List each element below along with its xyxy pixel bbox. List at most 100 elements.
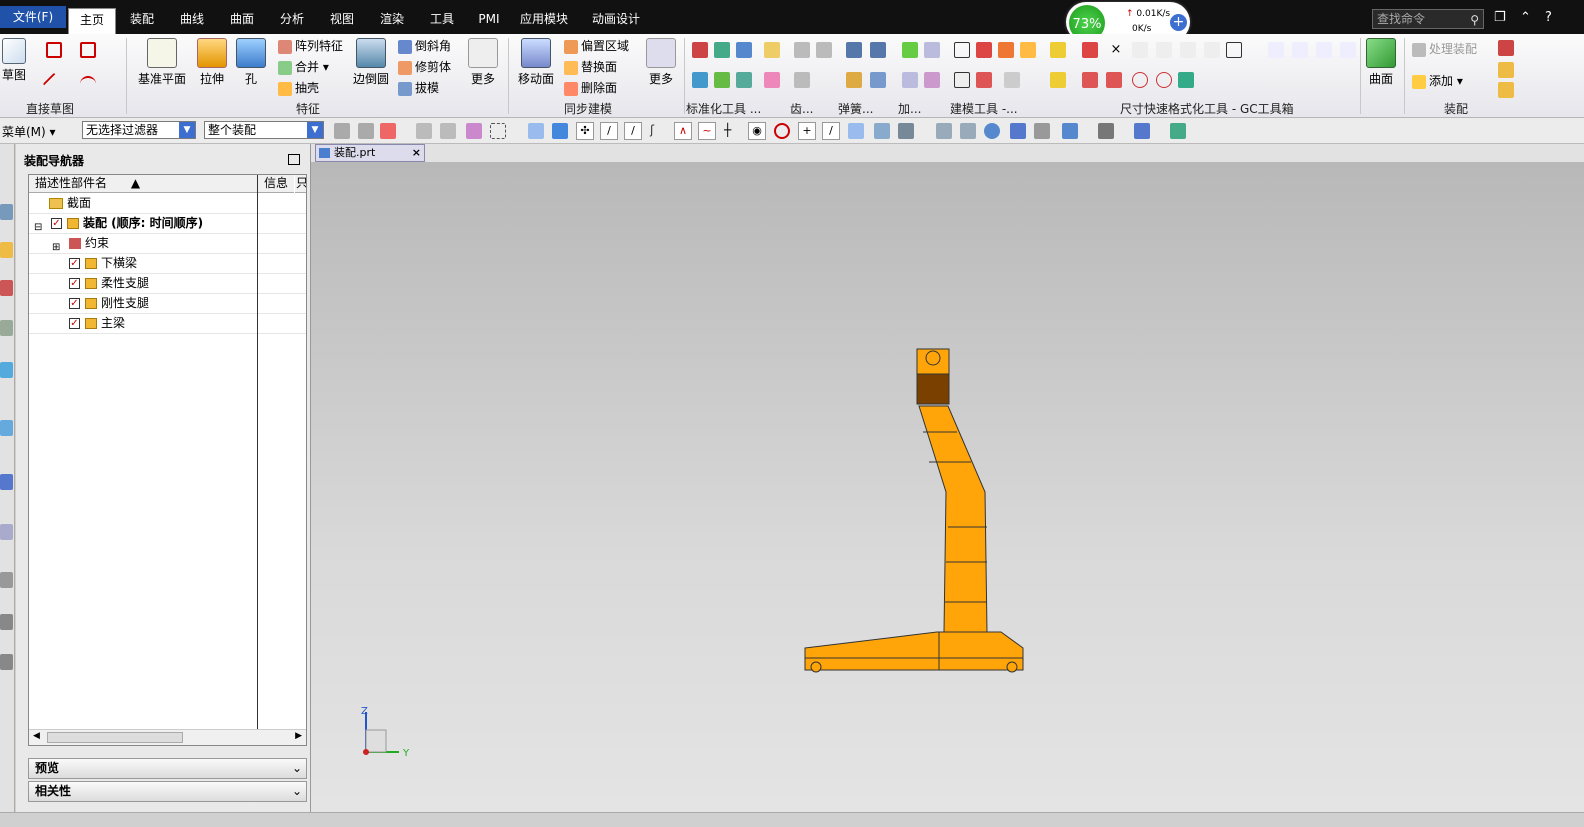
type-filter-select[interactable]: 无选择过滤器 ▼ xyxy=(82,121,196,139)
tree-row-part[interactable]: ✓ 下横梁 xyxy=(29,254,306,274)
tab-render[interactable]: 渲染 xyxy=(370,8,414,34)
dim-tool-icon-6[interactable] xyxy=(1106,72,1122,88)
diameter-icon-1[interactable] xyxy=(1132,72,1148,88)
visibility-checkbox[interactable]: ✓ xyxy=(69,298,80,309)
visibility-checkbox[interactable]: ✓ xyxy=(69,318,80,329)
filter-icon-1[interactable] xyxy=(334,123,350,139)
scroll-left-icon[interactable]: ◀ xyxy=(33,731,40,741)
part-navigator-icon[interactable] xyxy=(0,280,13,296)
graphics-viewport[interactable]: Z Y xyxy=(311,162,1584,812)
column-header-info[interactable]: 信息 xyxy=(258,175,294,193)
view-layer-icon[interactable] xyxy=(1034,123,1050,139)
horizontal-scrollbar[interactable]: ◀ ▶ xyxy=(29,729,306,745)
offset-region-button[interactable]: 偏置区域 xyxy=(564,37,629,54)
tolerance-icon-1[interactable] xyxy=(1268,42,1284,58)
snap-quadrant-icon[interactable] xyxy=(774,123,790,139)
view-visibility-icon[interactable] xyxy=(1170,123,1186,139)
build-tool-icon-3[interactable] xyxy=(998,42,1014,58)
add-icon[interactable]: + xyxy=(1170,14,1187,31)
refresh-icon[interactable] xyxy=(1178,72,1194,88)
close-icon[interactable]: × xyxy=(412,145,421,161)
tab-animation[interactable]: 动画设计 xyxy=(586,8,646,34)
draft-button[interactable]: 拔模 xyxy=(398,79,439,96)
arc-icon[interactable] xyxy=(80,76,96,92)
snap-center-icon[interactable]: ◉ xyxy=(748,122,766,140)
build-tool-icon-6[interactable] xyxy=(976,72,992,88)
std-tool-icon-6[interactable] xyxy=(714,72,730,88)
filter-icon-3[interactable] xyxy=(380,123,396,139)
add-tool-icon-1[interactable] xyxy=(902,42,918,58)
clock-icon[interactable] xyxy=(0,524,13,540)
dim-format-icon-1[interactable] xyxy=(1132,42,1148,58)
assembly-constraint-icon[interactable] xyxy=(1498,40,1514,56)
document-tab[interactable]: 装配.prt × xyxy=(315,144,425,162)
scrollbar-thumb[interactable] xyxy=(47,732,183,743)
std-tool-icon-2[interactable] xyxy=(714,42,730,58)
snap-grid-icon[interactable] xyxy=(898,123,914,139)
delete-face-button[interactable]: 删除面 xyxy=(564,79,617,96)
gear-tool-icon-1[interactable] xyxy=(794,42,810,58)
unite-button[interactable]: 合并 ▾ xyxy=(278,58,329,75)
std-tool-icon-4[interactable] xyxy=(764,42,780,58)
snap-spline-icon[interactable]: ~ xyxy=(698,122,716,140)
triangle-icon[interactable] xyxy=(954,42,970,58)
preview-panel[interactable]: 预览 ⌄ xyxy=(28,758,307,779)
add-tool-icon-4[interactable] xyxy=(924,72,940,88)
filter-icon-6[interactable] xyxy=(466,123,482,139)
trim-body-button[interactable]: 修剪体 xyxy=(398,58,451,75)
process-studio-icon[interactable] xyxy=(0,474,13,490)
tree-row-section[interactable]: 截面 xyxy=(29,194,306,214)
scroll-right-icon[interactable]: ▶ xyxy=(295,731,302,741)
snap-curve-icon[interactable]: ʃ xyxy=(650,123,666,139)
constraint-navigator-icon[interactable] xyxy=(0,242,13,258)
spring-icon-1[interactable] xyxy=(846,42,862,58)
dim-tool-icon-5[interactable] xyxy=(1082,72,1098,88)
build-tool-icon-2[interactable] xyxy=(976,42,992,58)
edge-blend-button[interactable]: 边倒圆 xyxy=(350,38,392,87)
dim-tool-icon-1[interactable] xyxy=(1082,42,1098,58)
view-zoom-icon[interactable] xyxy=(960,123,976,139)
snap-on-curve-icon[interactable]: / xyxy=(822,122,840,140)
add-component-button[interactable]: 添加 ▾ xyxy=(1412,72,1463,89)
pattern-feature-button[interactable]: 阵列特征 xyxy=(278,37,343,54)
file-menu[interactable]: 文件(F) xyxy=(0,6,66,28)
spring-icon-2[interactable] xyxy=(870,42,886,58)
filter-icon-2[interactable] xyxy=(358,123,374,139)
surface-button[interactable]: 曲面 xyxy=(1364,38,1398,87)
close-x-icon[interactable]: × xyxy=(1108,42,1124,58)
dependencies-panel[interactable]: 相关性 ⌄ xyxy=(28,781,307,802)
view-fit-icon[interactable] xyxy=(936,123,952,139)
hole-button[interactable]: 孔 xyxy=(236,38,266,87)
tab-analysis[interactable]: 分析 xyxy=(270,8,314,34)
tolerance-icon-4[interactable] xyxy=(1340,42,1356,58)
shell-button[interactable]: 抽壳 xyxy=(278,79,319,96)
add-tool-icon-3[interactable] xyxy=(902,72,918,88)
tree-row-part[interactable]: ✓ 刚性支腿 xyxy=(29,294,306,314)
filter-icon-7[interactable] xyxy=(528,123,544,139)
view-rotate-icon[interactable] xyxy=(984,123,1000,139)
filter-icon-5[interactable] xyxy=(440,123,456,139)
snap-existing-point-icon[interactable]: + xyxy=(798,122,816,140)
column-header-readonly[interactable]: 只 xyxy=(295,175,306,193)
snap-intersection-icon[interactable]: ┼ xyxy=(724,123,740,139)
snap-endpoint-icon[interactable]: ✣ xyxy=(576,122,594,140)
reuse-library-icon[interactable] xyxy=(0,320,13,336)
dim-format-icon-2[interactable] xyxy=(1156,42,1172,58)
maximize-icon[interactable] xyxy=(288,154,300,165)
std-tool-icon-7[interactable] xyxy=(736,72,752,88)
std-tool-icon-8[interactable] xyxy=(764,72,780,88)
visibility-checkbox[interactable]: ✓ xyxy=(69,278,80,289)
snap-bounded-icon[interactable] xyxy=(874,123,890,139)
visibility-checkbox[interactable]: ✓ xyxy=(69,258,80,269)
collapse-ribbon-icon[interactable]: ⌃ xyxy=(1520,10,1531,25)
tolerance-icon-2[interactable] xyxy=(1292,42,1308,58)
column-header-name[interactable]: 描述性部件名 ▲ xyxy=(29,175,257,193)
gear-tool-icon-2[interactable] xyxy=(816,42,832,58)
command-search-input[interactable]: 查找命令 ⚲ xyxy=(1372,9,1484,29)
scope-select[interactable]: 整个装配 ▼ xyxy=(204,121,324,139)
replace-face-button[interactable]: 替换面 xyxy=(564,58,617,75)
column-divider[interactable] xyxy=(257,175,258,745)
spring-icon-3[interactable] xyxy=(846,72,862,88)
more-feature-button[interactable]: 更多 xyxy=(466,38,500,87)
cube-icon[interactable] xyxy=(552,123,568,139)
